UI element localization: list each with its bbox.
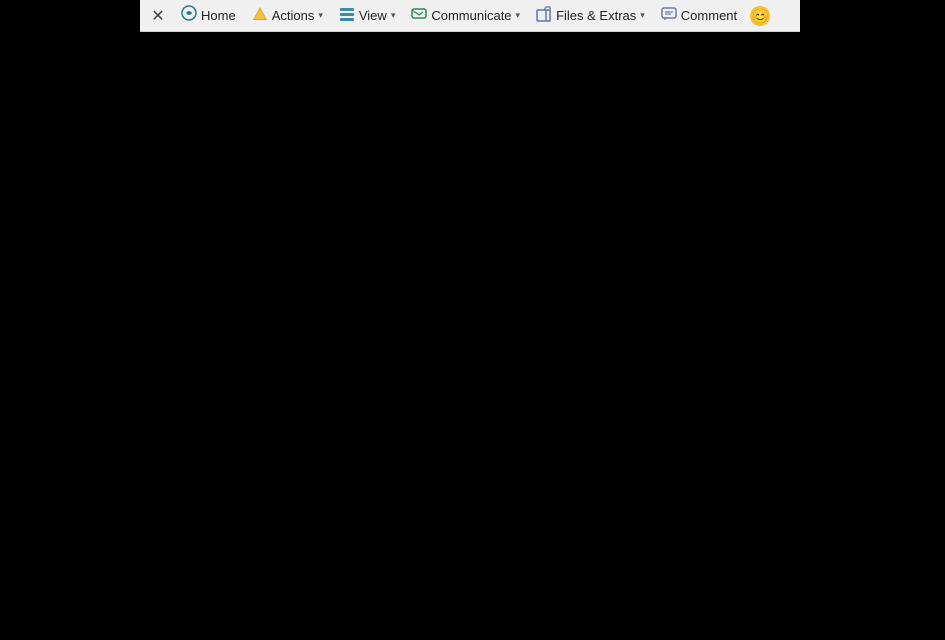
- comment-button[interactable]: Comment: [654, 3, 744, 29]
- close-icon: ✕: [151, 6, 164, 26]
- view-button[interactable]: View ▾: [332, 3, 402, 29]
- comment-label: Comment: [681, 8, 737, 23]
- close-button[interactable]: ✕: [144, 2, 172, 30]
- files-extras-chevron: ▾: [640, 10, 645, 21]
- actions-icon: [252, 6, 268, 26]
- communicate-icon: [411, 6, 427, 25]
- main-toolbar: ✕ Home Actions ▾: [140, 0, 800, 32]
- view-chevron: ▾: [391, 10, 396, 21]
- home-button[interactable]: Home: [174, 3, 243, 29]
- comment-icon: [661, 6, 677, 25]
- actions-chevron: ▾: [318, 10, 323, 21]
- files-extras-icon: [536, 6, 552, 25]
- smiley-icon: 😊: [750, 6, 770, 26]
- actions-label: Actions: [272, 8, 315, 23]
- files-extras-label: Files & Extras: [556, 8, 636, 23]
- files-extras-button[interactable]: Files & Extras ▾: [529, 3, 652, 29]
- communicate-button[interactable]: Communicate ▾: [404, 3, 527, 29]
- view-icon: [339, 6, 355, 25]
- communicate-label: Communicate: [431, 8, 511, 23]
- view-label: View: [359, 8, 387, 23]
- communicate-chevron: ▾: [516, 10, 521, 21]
- home-icon: [181, 5, 197, 26]
- smiley-button[interactable]: 😊: [746, 3, 774, 29]
- home-label: Home: [201, 8, 236, 23]
- main-content: [0, 32, 945, 640]
- actions-button[interactable]: Actions ▾: [245, 3, 330, 29]
